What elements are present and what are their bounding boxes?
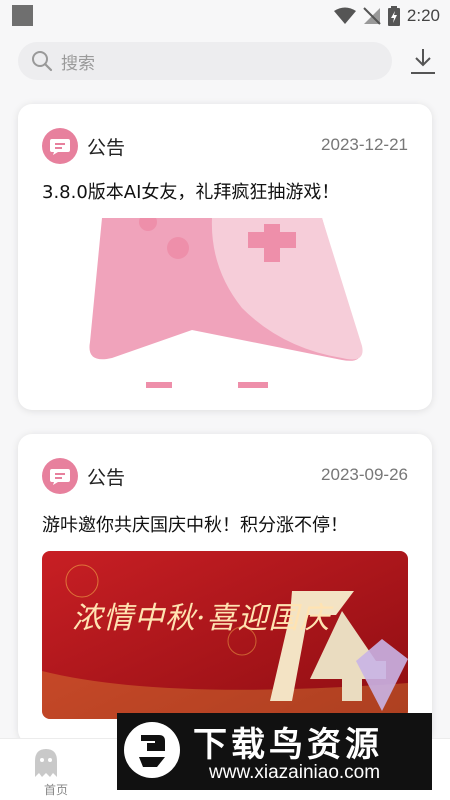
- card-date: 2023-09-26: [321, 465, 408, 484]
- watermark-banner: 下载鸟资源 www.xiazainiao.com: [117, 713, 432, 790]
- watermark-title: 下载鸟资源: [193, 725, 383, 765]
- festival-banner: 浓情中秋·喜迎国庆: [42, 551, 408, 719]
- card-title: 3.8.0版本AI女友，礼拜疯狂抽游戏！: [42, 182, 340, 203]
- download-icon: [411, 49, 435, 74]
- card-title: 游咔邀你共庆国庆中秋！积分涨不停！: [42, 515, 348, 536]
- gamepad-illustration: [42, 213, 408, 388]
- card-tag: 公告: [87, 137, 126, 159]
- search-icon: [32, 51, 53, 72]
- wifi-icon: [333, 7, 356, 24]
- search-input[interactable]: 搜索: [18, 42, 392, 80]
- status-time: 2:20: [406, 6, 440, 25]
- banner-text: 浓情中秋·喜迎国庆: [72, 601, 331, 636]
- card-date: 2023-12-21: [321, 135, 408, 154]
- card-header: 公告 2023-12-21: [42, 128, 408, 164]
- download-button[interactable]: [408, 46, 438, 76]
- no-signal-icon: [363, 7, 381, 25]
- battery-charging-icon: [387, 6, 400, 26]
- card-header: 公告 2023-09-26: [42, 458, 408, 494]
- announcement-icon: [42, 128, 78, 164]
- bird-logo-icon: [124, 722, 180, 778]
- announcement-card[interactable]: 公告 2023-09-26 游咔邀你共庆国庆中秋！积分涨不停！ 浓情中秋·喜迎国…: [18, 434, 432, 744]
- notification-icon: [12, 5, 33, 26]
- status-bar: 2:20: [0, 0, 450, 32]
- ghost-icon: [35, 749, 57, 777]
- search-placeholder: 搜索: [61, 53, 95, 74]
- announcement-icon: [42, 458, 78, 494]
- card-tag: 公告: [87, 467, 126, 489]
- status-icons: 2:20: [333, 5, 440, 27]
- search-row: 搜索: [18, 42, 438, 80]
- announcement-card[interactable]: 公告 2023-12-21 3.8.0版本AI女友，礼拜疯狂抽游戏！: [18, 104, 432, 410]
- watermark-url: www.xiazainiao.com: [209, 762, 381, 783]
